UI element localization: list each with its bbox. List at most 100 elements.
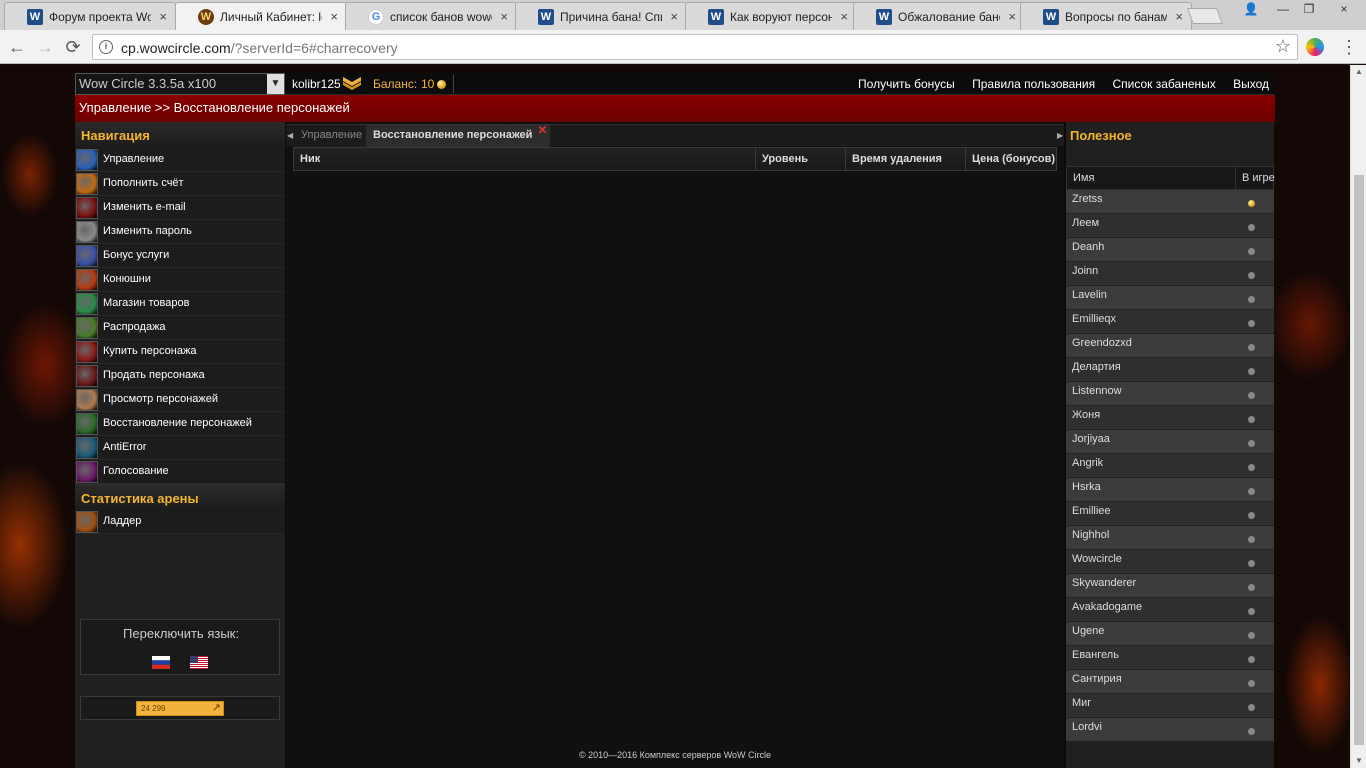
sidebar-item[interactable]: Распродажа — [75, 316, 285, 340]
sidebar-item[interactable]: Продать персонажа — [75, 364, 285, 388]
player-name: Ugene — [1072, 625, 1105, 637]
server-select-value: Wow Circle 3.3.5a x100 — [79, 76, 217, 91]
top-links: Получить бонусы Правила пользования Спис… — [844, 77, 1269, 91]
browser-tab[interactable]: W Обжалование банов × — [853, 2, 1025, 30]
player-row[interactable]: Hsrka — [1066, 478, 1274, 502]
player-name: Joinn — [1072, 265, 1099, 277]
player-row[interactable]: Делартия — [1066, 358, 1274, 382]
new-tab-button[interactable] — [1187, 8, 1223, 24]
player-row[interactable]: Angrik — [1066, 454, 1274, 478]
rank-chevron-icon — [343, 77, 361, 90]
player-row[interactable]: Zretss — [1066, 190, 1274, 214]
browser-tab[interactable]: W Личный Кабинет: log × — [175, 2, 347, 30]
player-row[interactable]: Евангель — [1066, 646, 1274, 670]
player-row[interactable]: Skywanderer — [1066, 574, 1274, 598]
close-icon[interactable]: × — [500, 9, 508, 24]
player-row[interactable]: Deanh — [1066, 238, 1274, 262]
sidebar-item[interactable]: Конюшни — [75, 268, 285, 292]
close-icon[interactable]: × — [1008, 9, 1016, 24]
player-row[interactable]: Listennow — [1066, 382, 1274, 406]
forward-icon[interactable]: → — [34, 36, 56, 58]
player-row[interactable]: Nighhol — [1066, 526, 1274, 550]
sidebar-item[interactable]: Голосование — [75, 460, 285, 484]
close-icon[interactable]: × — [330, 9, 338, 24]
offline-coin-icon — [1248, 704, 1255, 711]
browser-tab[interactable]: W Форум проекта WoW × — [4, 2, 176, 30]
player-row[interactable]: Greendozxd — [1066, 334, 1274, 358]
close-icon[interactable]: × — [670, 9, 678, 24]
back-icon[interactable]: ← — [6, 36, 28, 58]
profile-icon[interactable]: 👤 — [1238, 0, 1264, 20]
column-level[interactable]: Уровень — [756, 148, 846, 170]
extension-icon[interactable] — [1306, 38, 1324, 56]
offline-coin-icon — [1248, 320, 1255, 327]
scroll-up-icon[interactable]: ▲ — [1351, 65, 1366, 79]
sidebar-item-icon — [76, 437, 98, 459]
browser-tab[interactable]: W Вопросы по банам. С × — [1020, 2, 1192, 30]
close-window-icon[interactable]: × — [1326, 0, 1362, 20]
browser-tab[interactable]: W Как воруют персона × — [685, 2, 857, 30]
sidebar-item[interactable]: Изменить пароль — [75, 220, 285, 244]
sidebar-item-icon — [76, 293, 98, 315]
sidebar-item[interactable]: Изменить e-mail — [75, 196, 285, 220]
column-delete-time[interactable]: Время удаления — [846, 148, 966, 170]
player-row[interactable]: Леем — [1066, 214, 1274, 238]
russian-flag-icon[interactable] — [152, 656, 170, 669]
sidebar-item[interactable]: Просмотр персонажей — [75, 388, 285, 412]
column-nick[interactable]: Ник — [294, 148, 756, 170]
browser-tab[interactable]: Gсписок банов wowcir × — [345, 2, 517, 30]
link-rules[interactable]: Правила пользования — [972, 77, 1095, 91]
player-row[interactable]: Emillieqx — [1066, 310, 1274, 334]
sidebar-item[interactable]: Бонус услуги — [75, 244, 285, 268]
sidebar-item[interactable]: Магазин товаров — [75, 292, 285, 316]
sidebar-item[interactable]: AntiError — [75, 436, 285, 460]
maximize-icon[interactable]: ❐ — [1296, 0, 1322, 20]
player-row[interactable]: Wowcircle — [1066, 550, 1274, 574]
link-banned-list[interactable]: Список забаненых — [1112, 77, 1215, 91]
sidebar-item[interactable]: Купить персонажа — [75, 340, 285, 364]
link-logout[interactable]: Выход — [1233, 77, 1269, 91]
close-icon[interactable]: × — [159, 9, 167, 24]
site-info-icon[interactable]: i — [99, 40, 113, 54]
scrollbar-thumb[interactable] — [1354, 175, 1364, 745]
chevron-down-icon[interactable]: ▼ — [267, 74, 284, 94]
player-row[interactable]: Jorjiyaa — [1066, 430, 1274, 454]
offline-coin-icon — [1248, 296, 1255, 303]
tab-management[interactable]: Управление — [294, 125, 370, 147]
link-get-bonuses[interactable]: Получить бонусы — [858, 77, 955, 91]
close-icon[interactable]: × — [840, 9, 848, 24]
arena-item[interactable]: Ладдер — [75, 510, 285, 534]
player-row[interactable]: Сантирия — [1066, 670, 1274, 694]
browser-menu-icon[interactable]: ⋮ — [1340, 38, 1358, 56]
player-row[interactable]: Emilliee — [1066, 502, 1274, 526]
offline-coin-icon — [1248, 392, 1255, 399]
player-row[interactable]: Жоня — [1066, 406, 1274, 430]
close-icon[interactable]: × — [1175, 9, 1183, 24]
reload-icon[interactable]: ⟳ — [62, 36, 84, 58]
browser-tab[interactable]: W Причина бана! Спис × — [515, 2, 687, 30]
player-row[interactable]: Lordvi — [1066, 718, 1274, 742]
sidebar-item[interactable]: Пополнить счёт — [75, 172, 285, 196]
visit-counter[interactable]: 24 299 ↗ — [136, 701, 224, 716]
player-row[interactable]: Lavelin — [1066, 286, 1274, 310]
sidebar-item[interactable]: Управление — [75, 148, 285, 172]
player-row[interactable]: Ugene — [1066, 622, 1274, 646]
us-flag-icon[interactable] — [190, 656, 208, 669]
sidebar-item[interactable]: Восстановление персонажей — [75, 412, 285, 436]
server-select[interactable]: Wow Circle 3.3.5a x100 ▼ — [75, 73, 285, 95]
player-row[interactable]: Миг — [1066, 694, 1274, 718]
page: Wow Circle 3.3.5a x100 ▼ kolibr125 Балан… — [0, 65, 1350, 768]
tabs-scroll-left-icon[interactable]: ◀ — [287, 131, 293, 140]
tab-char-recovery[interactable]: Восстановление персонажей ✕ — [366, 123, 551, 147]
address-bar[interactable]: i cp.wowcircle.com/?serverId=6#charrecov… — [92, 34, 1298, 60]
bookmark-star-icon[interactable]: ☆ — [1275, 36, 1291, 57]
url-text[interactable]: cp.wowcircle.com/?serverId=6#charrecover… — [121, 40, 398, 56]
player-row[interactable]: Avakadogame — [1066, 598, 1274, 622]
player-row[interactable]: Joinn — [1066, 262, 1274, 286]
column-price[interactable]: Цена (бонусов) — [966, 148, 1057, 170]
minimize-icon[interactable]: — — [1270, 0, 1296, 20]
scroll-down-icon[interactable]: ▼ — [1351, 754, 1366, 768]
tabs-scroll-right-icon[interactable]: ▶ — [1057, 131, 1063, 140]
page-scrollbar[interactable]: ▲ ▼ — [1350, 65, 1366, 768]
close-tab-icon[interactable]: ✕ — [537, 120, 547, 141]
